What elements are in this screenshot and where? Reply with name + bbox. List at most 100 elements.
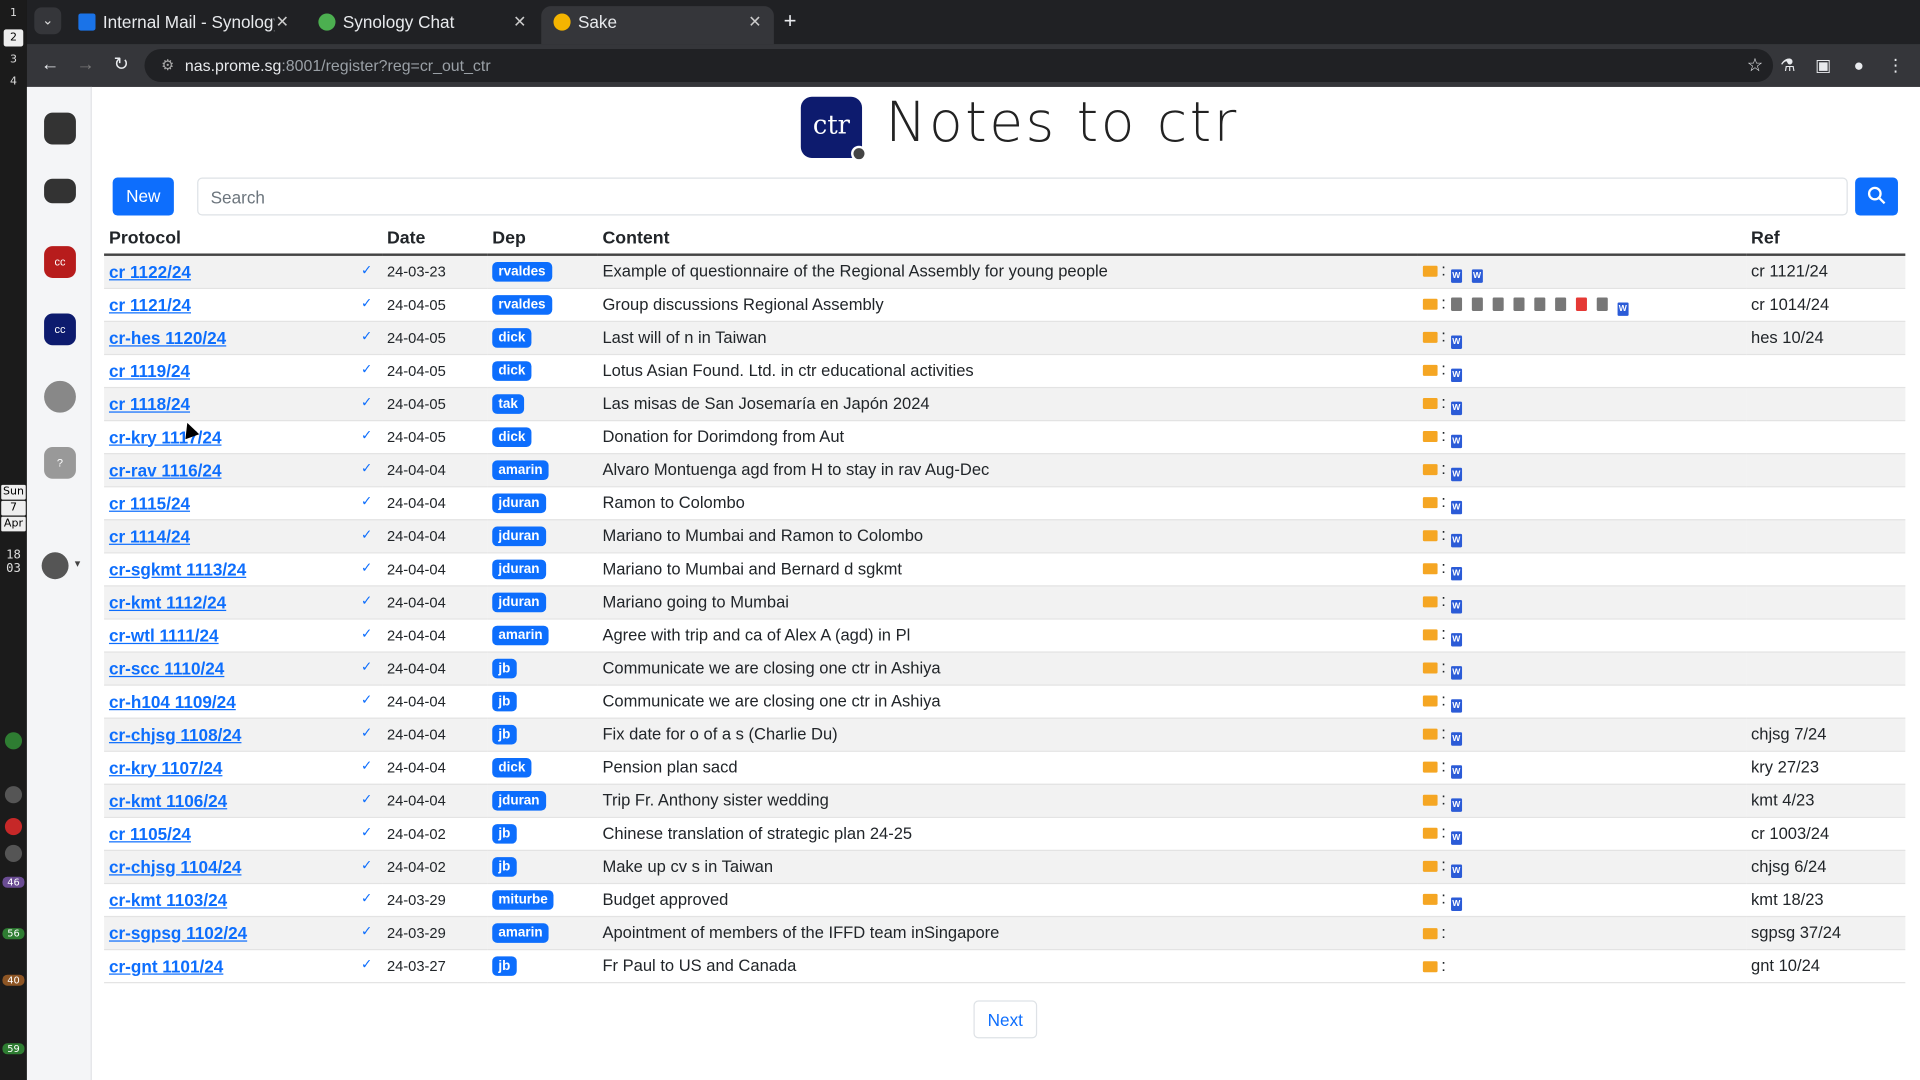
new-tab-plus-icon[interactable]: + xyxy=(784,7,797,34)
dep-badge[interactable]: jb xyxy=(492,724,517,745)
folder-icon[interactable] xyxy=(1422,463,1438,475)
protocol-link[interactable]: cr 1118/24 xyxy=(109,394,190,414)
dep-badge[interactable]: jb xyxy=(492,956,517,976)
check-icon[interactable]: ✓ xyxy=(361,493,372,509)
col-date[interactable]: Date xyxy=(382,222,488,256)
side-panel-icon[interactable]: ▣ xyxy=(1811,53,1835,77)
dep-badge[interactable]: jduran xyxy=(492,493,546,514)
check-icon[interactable]: ✓ xyxy=(361,361,372,377)
forward-arrow-icon[interactable]: → xyxy=(72,51,99,78)
word-doc-icon[interactable]: W xyxy=(1450,467,1462,481)
check-icon[interactable]: ✓ xyxy=(361,857,372,873)
folder-icon[interactable] xyxy=(1422,727,1438,739)
workspace-3[interactable]: 3 xyxy=(4,51,24,68)
word-doc-icon[interactable]: W xyxy=(1450,434,1462,448)
cc-blue-app-icon[interactable]: cc xyxy=(44,313,76,346)
folder-icon[interactable] xyxy=(1422,298,1438,310)
check-icon[interactable]: ✓ xyxy=(361,790,372,807)
word-doc-icon[interactable]: W xyxy=(1617,301,1629,316)
reload-icon[interactable]: ↻ xyxy=(108,51,135,78)
new-button[interactable]: New xyxy=(112,177,174,216)
workspace-1[interactable]: 1 xyxy=(4,5,24,22)
site-info-icon[interactable]: ⚙ xyxy=(157,54,179,76)
close-icon[interactable]: ✕ xyxy=(748,6,761,38)
word-doc-icon[interactable]: W xyxy=(1450,599,1462,613)
protocol-link[interactable]: cr-scc 1110/24 xyxy=(109,658,224,678)
folder-icon[interactable] xyxy=(1422,430,1438,442)
word-doc-icon[interactable]: W xyxy=(1450,731,1462,746)
dep-badge[interactable]: jduran xyxy=(492,791,546,811)
dep-badge[interactable]: jduran xyxy=(492,592,546,613)
folder-icon[interactable] xyxy=(1422,694,1438,706)
dep-badge[interactable]: dick xyxy=(492,328,532,348)
dep-badge[interactable]: jb xyxy=(492,658,517,679)
bookmark-star-icon[interactable]: ☆ xyxy=(1747,49,1763,82)
tab-sake[interactable]: Sake ✕ xyxy=(541,6,774,45)
search-button[interactable] xyxy=(1855,177,1898,216)
dep-badge[interactable]: rvaldes xyxy=(492,262,552,282)
word-doc-icon[interactable]: W xyxy=(1450,632,1462,646)
file-icon[interactable] xyxy=(1554,296,1566,311)
col-content[interactable]: Content xyxy=(597,222,1418,256)
word-doc-icon[interactable]: W xyxy=(1450,830,1462,845)
protocol-link[interactable]: cr 1114/24 xyxy=(109,526,190,546)
dep-badge[interactable]: rvaldes xyxy=(492,295,552,315)
dep-badge[interactable]: jduran xyxy=(492,526,546,547)
link-swirl-icon[interactable] xyxy=(44,380,76,413)
inbox-tray-icon[interactable] xyxy=(44,178,76,204)
folder-icon[interactable] xyxy=(1422,364,1438,376)
folder-icon[interactable] xyxy=(1422,628,1438,640)
tab-synology-chat[interactable]: Synology Chat ✕ xyxy=(306,6,539,44)
url-text[interactable]: nas.prome.sg:8001/register?reg=cr_out_ct… xyxy=(185,49,491,82)
check-icon[interactable]: ✓ xyxy=(361,890,372,906)
check-icon[interactable]: ✓ xyxy=(361,823,372,840)
dep-badge[interactable]: amarin xyxy=(492,923,549,943)
dep-badge[interactable]: amarin xyxy=(492,625,549,646)
close-icon[interactable]: ✕ xyxy=(276,6,289,38)
folder-icon[interactable] xyxy=(1422,794,1438,806)
check-icon[interactable]: ✓ xyxy=(361,427,372,443)
dep-badge[interactable]: jb xyxy=(492,857,517,877)
col-ref[interactable]: Ref xyxy=(1746,222,1906,256)
word-doc-icon[interactable]: W xyxy=(1471,269,1483,283)
folder-icon[interactable] xyxy=(1422,661,1438,673)
folder-icon[interactable] xyxy=(1422,961,1438,973)
check-icon[interactable]: ✓ xyxy=(361,757,372,774)
folder-icon[interactable] xyxy=(1422,928,1438,940)
protocol-link[interactable]: cr-chjsg 1104/24 xyxy=(109,857,241,877)
folder-icon[interactable] xyxy=(1422,496,1438,508)
file-icon[interactable] xyxy=(1534,296,1546,311)
folder-icon[interactable] xyxy=(1422,397,1438,409)
protocol-link[interactable]: cr 1121/24 xyxy=(109,294,191,314)
word-doc-icon[interactable]: W xyxy=(1450,269,1462,283)
protocol-link[interactable]: cr-h104 1109/24 xyxy=(109,691,236,711)
profile-icon[interactable]: ● xyxy=(1847,53,1871,77)
word-doc-icon[interactable]: W xyxy=(1450,401,1462,415)
word-doc-icon[interactable]: W xyxy=(1450,665,1462,679)
cc-red-app-icon[interactable]: cc xyxy=(44,246,76,278)
dep-badge[interactable]: jduran xyxy=(492,559,546,580)
dep-badge[interactable]: jb xyxy=(492,824,517,844)
word-doc-icon[interactable]: W xyxy=(1450,566,1462,580)
dep-badge[interactable]: dick xyxy=(492,757,532,778)
protocol-link[interactable]: cr-kmt 1103/24 xyxy=(109,890,227,910)
check-icon[interactable]: ✓ xyxy=(361,625,372,641)
folder-icon[interactable] xyxy=(1422,562,1438,574)
dep-badge[interactable]: miturbe xyxy=(492,890,554,910)
folder-icon[interactable] xyxy=(1422,761,1438,773)
check-icon[interactable]: ✓ xyxy=(361,956,372,972)
folder-icon[interactable] xyxy=(1422,595,1438,607)
protocol-link[interactable]: cr 1122/24 xyxy=(109,262,191,282)
folder-icon[interactable] xyxy=(1422,331,1438,343)
check-icon[interactable]: ✓ xyxy=(361,294,372,311)
col-dep[interactable]: Dep xyxy=(487,222,598,256)
protocol-link[interactable]: cr-sgkmt 1113/24 xyxy=(109,559,246,579)
word-doc-icon[interactable]: W xyxy=(1450,764,1462,779)
check-icon[interactable]: ✓ xyxy=(361,559,372,575)
check-icon[interactable]: ✓ xyxy=(361,526,372,542)
protocol-link[interactable]: cr-kmt 1112/24 xyxy=(109,592,226,612)
file-icon[interactable] xyxy=(1513,296,1525,311)
check-icon[interactable]: ✓ xyxy=(361,460,372,476)
user-avatar[interactable] xyxy=(41,552,69,580)
check-icon[interactable]: ✓ xyxy=(361,724,372,741)
